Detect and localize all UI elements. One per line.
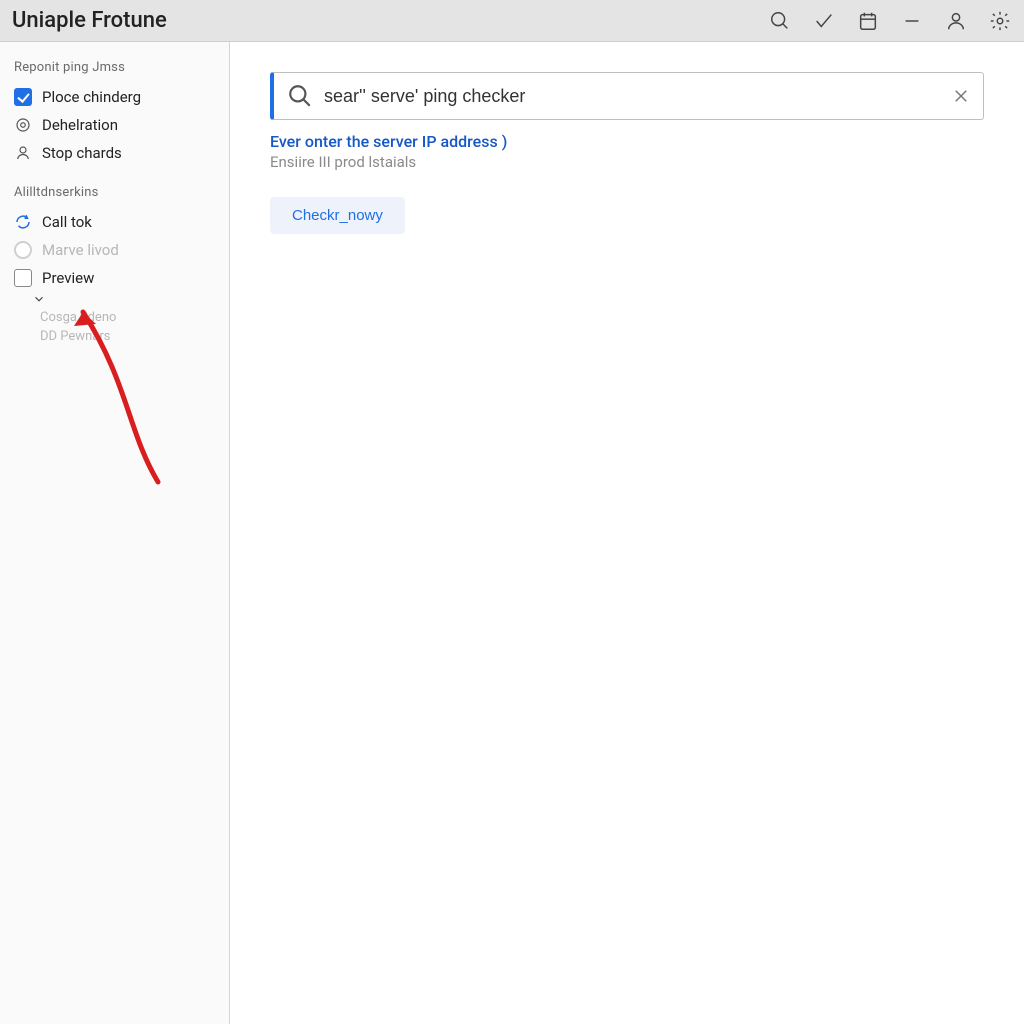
hint-secondary: Ensiire III prod lstaials: [270, 153, 984, 171]
sidebar-item-label: Dehelration: [42, 116, 118, 134]
search-input[interactable]: [324, 86, 951, 107]
check-now-button[interactable]: Checkr_nowy: [270, 197, 405, 234]
sidebar: Reponit ping Jmss Ploce chinderg Dehelra…: [0, 42, 230, 1024]
sidebar-subitem[interactable]: Cosga tideno: [40, 310, 219, 325]
sidebar-item-preview[interactable]: Preview: [12, 264, 219, 292]
user-icon[interactable]: [944, 9, 968, 33]
clear-icon[interactable]: [951, 86, 971, 106]
circle-icon: [14, 116, 32, 134]
sidebar-item-label: Ploce chinderg: [42, 88, 141, 106]
main-panel: Ever onter the server IP address ) Ensii…: [230, 42, 1024, 1024]
minimize-icon[interactable]: [900, 9, 924, 33]
chevron-down-icon[interactable]: [32, 292, 219, 310]
sidebar-item-label: Preview: [42, 269, 94, 287]
sidebar-item-label: Call tok: [42, 213, 92, 231]
app-title: Uniaple Frotune: [12, 8, 167, 33]
sidebar-section-title-2: Alilltdnserkins: [14, 185, 219, 200]
checkmark-icon[interactable]: [812, 9, 836, 33]
search-field-wrapper[interactable]: [270, 72, 984, 120]
sidebar-subitem[interactable]: DD Pewnars: [40, 329, 219, 344]
sidebar-section-title-1: Reponit ping Jmss: [14, 60, 219, 75]
calendar-icon[interactable]: [856, 9, 880, 33]
user-outline-icon: [14, 144, 32, 162]
checkbox-icon[interactable]: [14, 88, 32, 106]
gear-icon[interactable]: [988, 9, 1012, 33]
window-toolbar: [768, 9, 1012, 33]
title-bar: Uniaple Frotune: [0, 0, 1024, 42]
checkbox-empty-icon[interactable]: [14, 269, 32, 287]
refresh-icon: [14, 213, 32, 231]
sidebar-item-label: Marve livod: [42, 241, 119, 259]
sidebar-item-dehelration[interactable]: Dehelration: [12, 111, 219, 139]
sidebar-item-place-chinderg[interactable]: Ploce chinderg: [12, 83, 219, 111]
hint-primary: Ever onter the server IP address ): [270, 132, 984, 151]
search-icon[interactable]: [768, 9, 792, 33]
radio-icon[interactable]: [14, 241, 32, 259]
sidebar-item-stop-chards[interactable]: Stop chards: [12, 139, 219, 167]
sidebar-item-call-tok[interactable]: Call tok: [12, 208, 219, 236]
sidebar-item-marve-livod[interactable]: Marve livod: [12, 236, 219, 264]
sidebar-item-label: Stop chards: [42, 144, 122, 162]
search-icon: [286, 82, 314, 110]
